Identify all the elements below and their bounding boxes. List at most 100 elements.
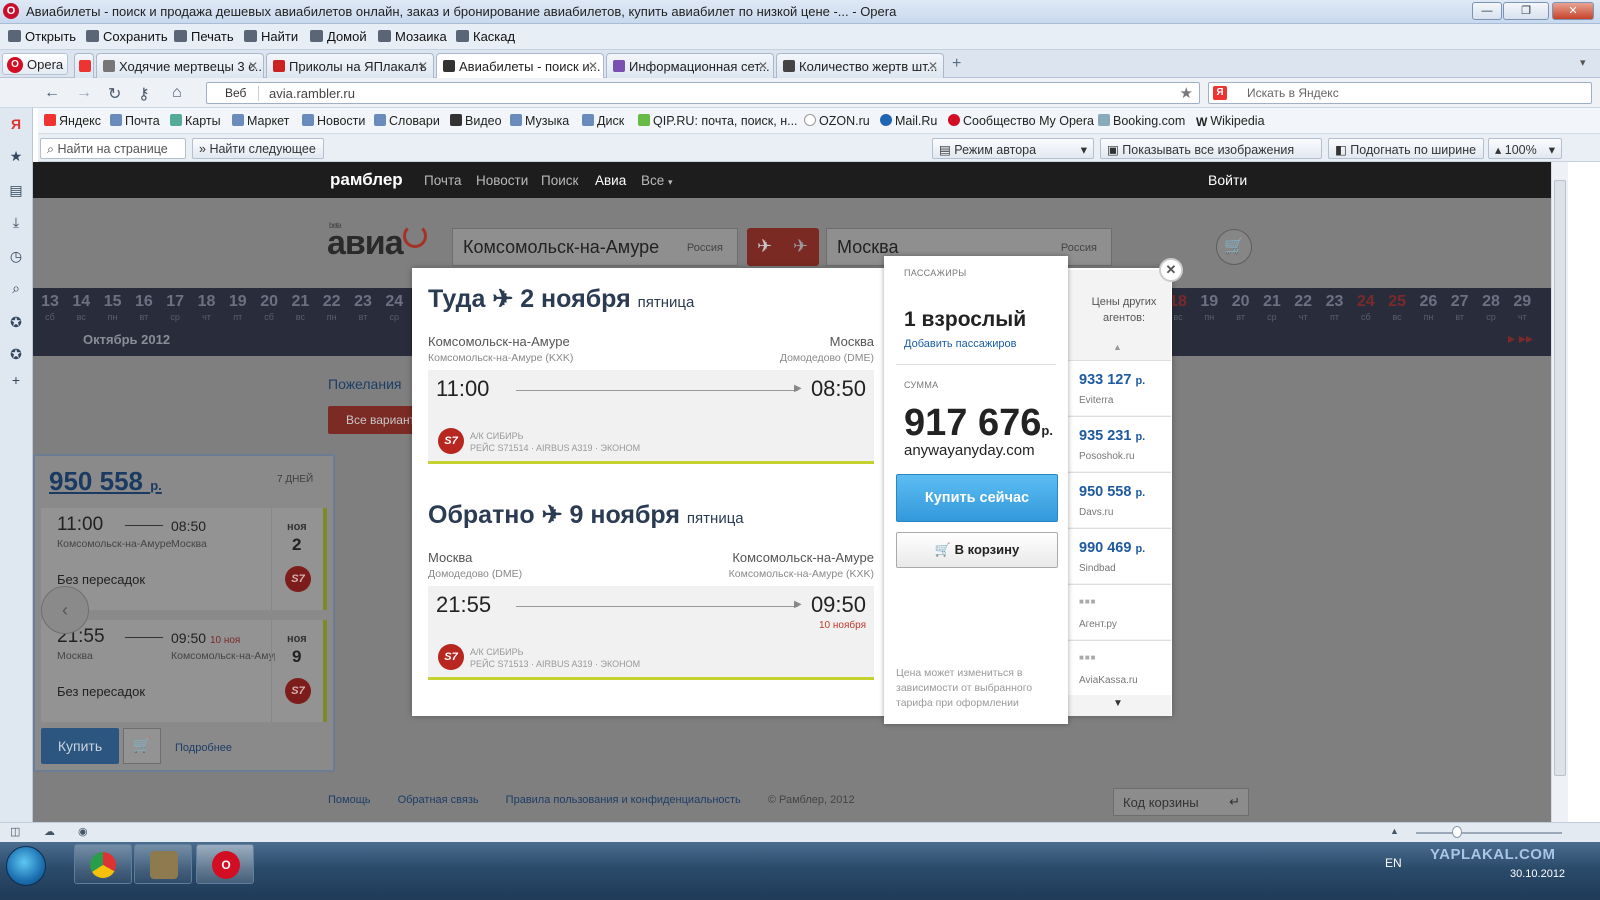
cart-button[interactable]: 🛒 — [1216, 229, 1252, 265]
add-to-cart-button[interactable]: 🛒 В корзину — [896, 532, 1058, 568]
date-cell[interactable]: 13 сб — [35, 293, 65, 322]
home-button[interactable]: ⌂ — [172, 84, 182, 102]
find-next-button[interactable]: » Найти следующее — [192, 138, 324, 159]
close-tab-icon[interactable]: ✕ — [588, 59, 598, 73]
menu-open[interactable]: Открыть — [8, 29, 76, 44]
bookmark-news[interactable]: Новости — [302, 114, 365, 128]
start-button[interactable] — [6, 846, 46, 886]
date-cell[interactable]: 26 пн — [1413, 293, 1443, 322]
enter-icon[interactable]: ↵ — [1229, 794, 1240, 810]
basket-code-input[interactable]: Код корзины ↵ — [1113, 788, 1249, 816]
tab-walking-dead[interactable]: Ходячие мертвецы 3 с... ✕ — [96, 53, 264, 78]
bookmark-wikipedia[interactable]: W Wikipedia — [1196, 114, 1265, 129]
nav-news[interactable]: Новости — [476, 173, 528, 188]
fit-width-button[interactable]: ◧ Подогнать по ширине — [1328, 138, 1484, 159]
search-input[interactable]: Я Искать в Яндекс — [1208, 82, 1592, 104]
close-modal-button[interactable]: ✕ — [1159, 258, 1183, 282]
security-badge[interactable]: Веб — [211, 86, 259, 101]
date-cell[interactable]: 27 вт — [1445, 293, 1475, 322]
taskbar-opera[interactable]: O — [196, 844, 254, 884]
tab-avia[interactable]: Авиабилеты - поиск и... ✕ — [436, 53, 604, 79]
nav-avia[interactable]: Авиа — [595, 173, 626, 188]
close-tab-icon[interactable]: ✕ — [418, 59, 428, 73]
date-cell[interactable]: 24 ср — [379, 293, 409, 322]
date-cell[interactable]: 25 вс — [1382, 293, 1412, 322]
bookmark-market[interactable]: Маркет — [232, 114, 289, 128]
date-cell[interactable]: 23 вт — [348, 293, 378, 322]
add-panel-icon[interactable]: + — [8, 372, 24, 388]
return-segment[interactable]: 21:55 09:50 10 ноя Москва Комсомольск-на… — [41, 620, 327, 722]
bookmark-dictionaries[interactable]: Словари — [374, 114, 440, 128]
bookmark-maps[interactable]: Карты — [170, 114, 221, 128]
bookmark-booking[interactable]: Booking.com — [1098, 114, 1185, 128]
date-cell[interactable]: 19 пн — [1194, 293, 1224, 322]
bookmark-myopera[interactable]: Сообщество My Opera — [948, 114, 1094, 128]
avia-logo[interactable]: beta авиа — [327, 221, 427, 263]
date-cell[interactable]: 29 чт — [1507, 293, 1537, 322]
author-mode-select[interactable]: ▤ Режим автора ▾ — [932, 138, 1094, 159]
card-price[interactable]: 950 558 р. — [49, 466, 162, 497]
scroll-up-icon[interactable]: ▲ — [1113, 342, 1122, 352]
close-tab-icon[interactable]: ✕ — [248, 59, 258, 73]
date-cell[interactable]: 23 пт — [1320, 293, 1350, 322]
downloads-icon[interactable]: ⤓ — [8, 214, 24, 230]
menu-cascade[interactable]: Каскад — [456, 29, 515, 44]
zoom-slider-thumb[interactable] — [1452, 826, 1462, 838]
nav-search[interactable]: Поиск — [541, 173, 578, 188]
close-tab-icon[interactable]: ✕ — [758, 59, 768, 73]
language-indicator[interactable]: EN — [1385, 856, 1402, 870]
menu-save[interactable]: Сохранить — [86, 29, 168, 44]
agent-offer[interactable]: 990 469 р. Sindbad — [1068, 528, 1171, 583]
bookmark-yandex[interactable]: Яндекс — [44, 114, 101, 128]
date-cell[interactable]: 14 вс — [66, 293, 96, 322]
bookmark-music[interactable]: Музыка — [510, 114, 569, 128]
find-in-page-input[interactable]: ⌕ Найти на странице — [40, 138, 186, 159]
agent-offer[interactable]: ■■■ Агент.ру — [1068, 584, 1171, 639]
footer-feedback-link[interactable]: Обратная связь — [398, 794, 479, 806]
new-tab-button[interactable]: + — [952, 55, 961, 73]
bookmarks-star-icon[interactable]: ★ — [8, 148, 24, 164]
opera-menu-button[interactable]: O Opera — [2, 53, 68, 75]
prev-result-arrow-icon[interactable]: ‹ — [41, 586, 89, 634]
taskbar-game[interactable] — [134, 844, 192, 884]
date-cell[interactable]: 19 пт — [223, 293, 253, 322]
panel-toggle-icon[interactable]: ◫ — [10, 825, 20, 838]
menu-find[interactable]: Найти — [244, 29, 298, 44]
add-to-cart-button[interactable]: 🛒 — [123, 728, 161, 764]
buy-now-button[interactable]: Купить сейчас — [896, 474, 1058, 522]
zoom-select[interactable]: ▴ 100% ▾ — [1488, 138, 1562, 159]
back-button[interactable]: ← — [44, 84, 60, 102]
wishes-link[interactable]: Пожелания — [328, 376, 401, 392]
reload-button[interactable]: ↻ — [108, 84, 121, 104]
menu-mosaic[interactable]: Мозаика — [378, 29, 447, 44]
footer-terms-link[interactable]: Правила пользования и конфиденциальность — [506, 794, 741, 806]
buy-button[interactable]: Купить — [41, 728, 119, 764]
tab-yaplakal[interactable]: Приколы на ЯПлакалъ ✕ — [266, 53, 434, 78]
bookmark-video[interactable]: Видео — [450, 114, 502, 128]
zoom-up-icon[interactable]: ▲ — [1390, 826, 1399, 836]
menu-print[interactable]: Печать — [174, 29, 234, 44]
bookmark-ozon[interactable]: OZON.ru — [804, 114, 870, 128]
unite-cloud-icon[interactable]: ☁ — [44, 825, 55, 838]
search-icon[interactable]: ⌕ — [8, 280, 24, 296]
login-link[interactable]: Войти — [1208, 172, 1247, 188]
date-cell[interactable]: 28 ср — [1476, 293, 1506, 322]
date-cell[interactable]: 20 вт — [1226, 293, 1256, 322]
address-field[interactable]: Веб avia.rambler.ru ★ — [206, 82, 1200, 104]
taskbar-chrome[interactable] — [74, 844, 132, 884]
date-cell[interactable]: 22 чт — [1288, 293, 1318, 322]
bookmark-disk[interactable]: Диск — [582, 114, 624, 128]
details-link[interactable]: Подробнее — [175, 742, 232, 754]
trip-type-toggle[interactable]: ✈ ✈ — [747, 228, 819, 266]
date-cell[interactable]: 18 чт — [192, 293, 222, 322]
scrollbar-thumb[interactable] — [1554, 180, 1566, 776]
zoom-slider[interactable] — [1416, 832, 1562, 834]
widget-star-icon[interactable]: ✪ — [8, 314, 24, 330]
notes-icon[interactable]: ▤ — [8, 182, 24, 198]
date-cell[interactable]: 22 пн — [317, 293, 347, 322]
scroll-down-icon[interactable]: ▼ — [1113, 698, 1123, 709]
show-images-button[interactable]: ▣ Показывать все изображения — [1100, 138, 1322, 159]
history-clock-icon[interactable]: ◷ — [8, 248, 24, 264]
bookmark-qip[interactable]: QIP.RU: почта, поиск, н... — [638, 114, 798, 128]
forward-button[interactable]: → — [76, 84, 92, 102]
